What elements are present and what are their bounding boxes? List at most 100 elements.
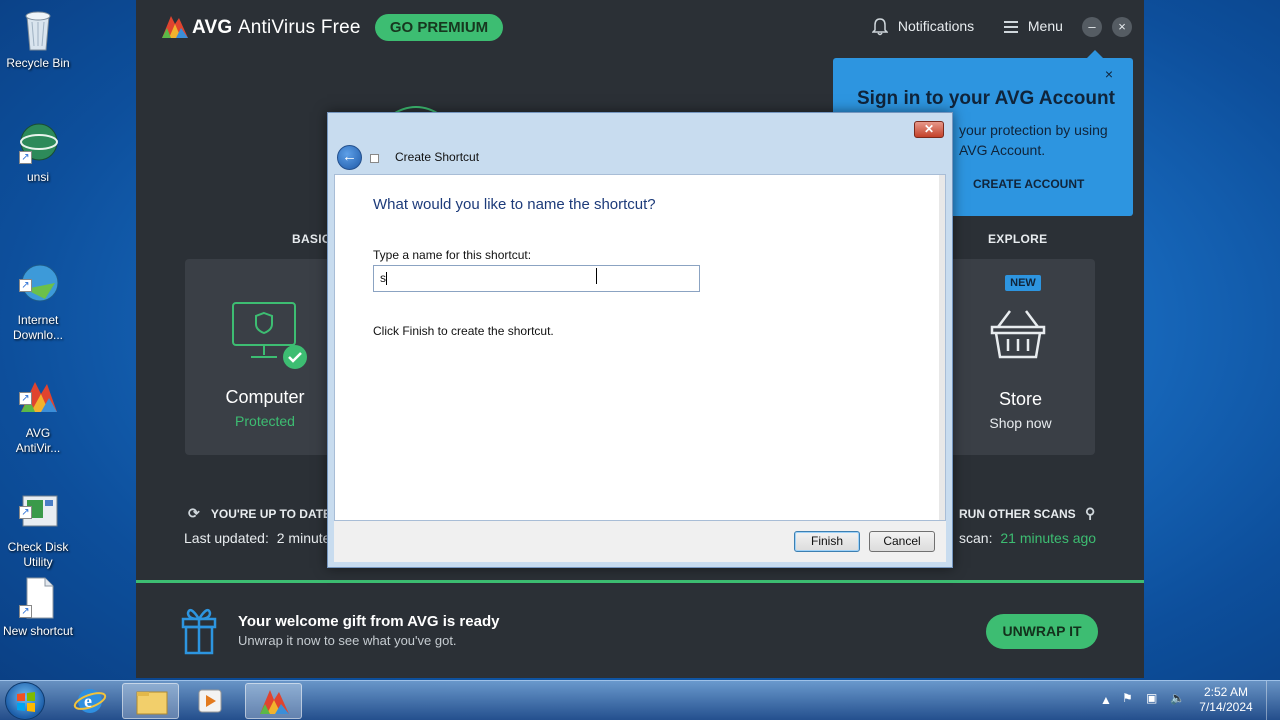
gift-icon [181, 608, 217, 655]
taskbar-avg[interactable] [245, 683, 302, 719]
create-account-button[interactable]: CREATE ACCOUNT [973, 177, 1084, 191]
avg-logo-icon [162, 16, 188, 38]
desktop-icon-avg[interactable]: ↗ AVG AntiVir... [0, 346, 76, 456]
start-button[interactable] [5, 682, 45, 720]
sign-in-text: your protection by using AVG Account. [959, 122, 1108, 158]
dialog-caption: Create Shortcut [395, 150, 480, 164]
dialog-question: What would you like to name the shortcut… [373, 196, 656, 213]
desktop-icon-label: New shortcut [2, 624, 74, 638]
up-to-date-label: YOU'RE UP TO DATE [210, 507, 332, 521]
taskbar-media-player[interactable] [182, 683, 239, 719]
shortcut-arrow-icon: ↗ [19, 279, 32, 292]
search-icon: ⚲ [1085, 505, 1096, 521]
globe-icon: ↗ [15, 120, 61, 166]
shortcut-arrow-icon: ↗ [19, 506, 32, 519]
gift-subtitle: Unwrap it now to see what you've got. [238, 633, 457, 648]
taskbar-file-explorer[interactable] [122, 683, 179, 719]
desktop-icon-label: Recycle Bin [6, 56, 70, 70]
media-player-icon [198, 689, 222, 713]
avg-title-bar: AVG AntiVirus Free GO PREMIUM Notificati… [136, 0, 1144, 54]
last-updated: Last updated: 2 minute [184, 530, 330, 546]
create-shortcut-dialog: ✕ ← Create Shortcut What would you like … [327, 112, 953, 568]
monitor-shield-icon [232, 302, 307, 369]
desktop-icon-label: Check Disk Utility [7, 540, 69, 569]
menu-button[interactable]: Menu [1004, 18, 1063, 34]
last-scan: scan: 21 minutes ago [959, 530, 1096, 546]
desktop-icon-label: Internet Downlo... [12, 313, 64, 342]
hamburger-icon [1004, 21, 1018, 34]
notifications-button[interactable]: Notifications [872, 18, 974, 36]
basket-icon [990, 310, 1046, 359]
run-other-scans-label: RUN OTHER SCANS [959, 507, 1076, 521]
computer-card[interactable]: Computer Protected [185, 259, 345, 455]
taskbar: e ▲ ⚑ ▣ 🔈 2:52 AM 7/14/2024 [0, 680, 1280, 720]
clock-date: 7/14/2024 [1199, 700, 1253, 714]
desktop-icon-internet-download[interactable]: ↗ Internet Downlo... [0, 233, 76, 343]
folder-icon [136, 691, 168, 715]
computer-card-status: Protected [235, 413, 295, 429]
desktop-icon-label: unsi [26, 170, 49, 184]
finish-button[interactable]: Finish [794, 531, 860, 552]
show-desktop-button[interactable] [1266, 681, 1280, 720]
volume-muted-icon[interactable]: 🔈 [1170, 691, 1185, 706]
check-disk-icon: ↗ [15, 475, 61, 527]
download-manager-icon: ↗ [15, 248, 61, 302]
refresh-icon: ⟳ [188, 505, 200, 521]
back-arrow-icon: ← [342, 148, 357, 165]
dialog-hint: Click Finish to create the shortcut. [373, 324, 554, 338]
network-icon[interactable]: ▣ [1146, 691, 1157, 706]
shortcut-name-label: Type a name for this shortcut: [373, 248, 532, 262]
shortcut-arrow-icon: ↗ [19, 605, 32, 618]
app-title: AVG AntiVirus Free [192, 17, 361, 39]
notifications-label: Notifications [897, 18, 975, 34]
taskbar-internet-explorer[interactable]: e [62, 683, 119, 719]
clock-time: 2:52 AM [1203, 685, 1249, 699]
windows-logo-icon [17, 692, 35, 712]
text-caret [386, 272, 387, 286]
dialog-body: What would you like to name the shortcut… [334, 174, 946, 521]
desktop-icon-unsi[interactable]: ↗ unsi [0, 120, 76, 185]
action-center-flag-icon[interactable]: ⚑ [1122, 691, 1133, 706]
desktop-icon-check-disk[interactable]: ↗ Check Disk Utility [0, 460, 76, 570]
svg-text:e: e [84, 691, 92, 711]
close-button[interactable]: × [1112, 17, 1132, 37]
dialog-scrollbar[interactable] [939, 175, 945, 520]
shortcut-name-input[interactable]: s [373, 265, 700, 292]
gift-bar: Your welcome gift from AVG is ready Unwr… [136, 580, 1144, 678]
store-card-title: Store [998, 389, 1043, 409]
up-to-date-status: ⟳ YOU'RE UP TO DATE [188, 505, 331, 522]
run-other-scans-button[interactable]: RUN OTHER SCANS ⚲ [959, 505, 1095, 522]
shortcut-arrow-icon: ↗ [19, 151, 32, 164]
last-updated-label: Last updated: [184, 530, 269, 546]
avg-logo-icon: ↗ [15, 361, 61, 412]
minimize-button[interactable]: – [1082, 17, 1102, 37]
section-basic-label: BASIC [292, 232, 331, 246]
sign-in-title: Sign in to your AVG Account [857, 88, 1115, 109]
dialog-footer: Finish Cancel [334, 521, 946, 562]
new-badge: NEW [1005, 275, 1041, 291]
ibeam-cursor-icon [596, 268, 602, 284]
desktop-icon-recycle-bin[interactable]: Recycle Bin [0, 6, 76, 71]
back-button[interactable]: ← [337, 145, 362, 170]
desktop-icon-label: AVG AntiVir... [15, 426, 61, 455]
gift-title: Your welcome gift from AVG is ready [238, 613, 500, 630]
go-premium-button[interactable]: GO PREMIUM [375, 14, 503, 41]
last-scan-label: scan: [959, 530, 993, 546]
unwrap-it-button[interactable]: UNWRAP IT [986, 614, 1098, 649]
menu-label: Menu [1027, 18, 1063, 34]
shortcut-icon [370, 154, 379, 163]
clock[interactable]: 2:52 AM 7/14/2024 [1196, 685, 1256, 715]
shortcut-arrow-icon: ↗ [19, 392, 32, 405]
store-card[interactable]: NEW Store Shop now [946, 259, 1095, 455]
internet-explorer-icon: e [73, 689, 107, 713]
last-scan-value: 21 minutes ago [1000, 530, 1097, 546]
desktop-icon-new-shortcut[interactable]: ↗ New shortcut [0, 574, 76, 639]
product-name: AntiVirus Free [237, 17, 361, 38]
popup-close-icon[interactable]: × [1105, 66, 1113, 82]
cancel-button[interactable]: Cancel [869, 531, 935, 552]
show-hidden-icons[interactable]: ▲ [1100, 693, 1112, 708]
recycle-bin-icon [15, 6, 61, 52]
section-explore-label: EXPLORE [988, 232, 1048, 246]
dialog-close-button[interactable]: ✕ [914, 121, 944, 138]
computer-card-title: Computer [225, 387, 305, 407]
